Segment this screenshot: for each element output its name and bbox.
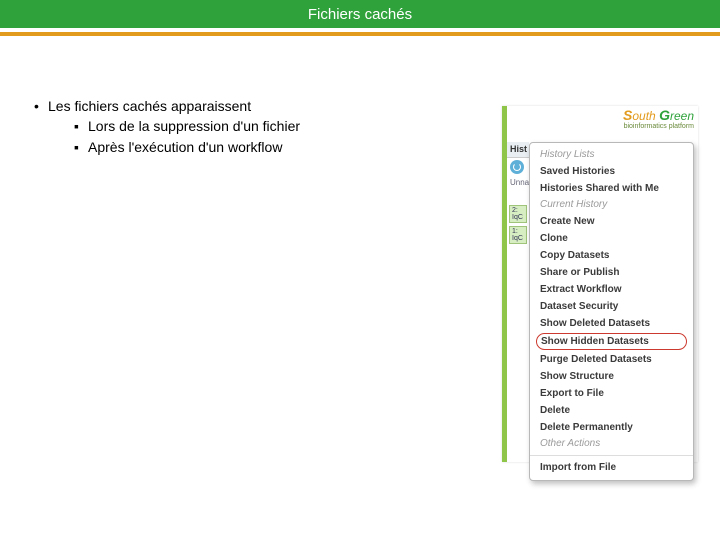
- intro-text: Les fichiers cachés apparaissent: [48, 96, 251, 116]
- slide-title: Fichiers cachés: [308, 6, 412, 23]
- menu-show-deleted[interactable]: Show Deleted Datasets: [530, 315, 693, 332]
- menu-section-header: History Lists: [530, 147, 693, 163]
- menu-copy-datasets[interactable]: Copy Datasets: [530, 247, 693, 264]
- dataset-item[interactable]: 1:IqC: [509, 226, 527, 244]
- menu-purge-deleted[interactable]: Purge Deleted Datasets: [530, 351, 693, 368]
- menu-export-file[interactable]: Export to File: [530, 385, 693, 402]
- menu-clone[interactable]: Clone: [530, 230, 693, 247]
- history-header: Hist: [507, 142, 529, 158]
- galaxy-screenshot: South Green bioinformatics platform Hist…: [502, 106, 698, 462]
- menu-separator: [530, 455, 693, 456]
- menu-histories-shared[interactable]: Histories Shared with Me: [530, 180, 693, 197]
- menu-show-structure[interactable]: Show Structure: [530, 368, 693, 385]
- menu-section-header: Current History: [530, 197, 693, 213]
- menu-delete[interactable]: Delete: [530, 402, 693, 419]
- history-column: Hist Unna 2:IqC 1:IqC: [507, 142, 529, 462]
- menu-share-publish[interactable]: Share or Publish: [530, 264, 693, 281]
- menu-show-hidden[interactable]: Show Hidden Datasets: [536, 333, 687, 350]
- menu-extract-workflow[interactable]: Extract Workflow: [530, 281, 693, 298]
- refresh-icon[interactable]: [510, 160, 524, 174]
- title-bar: Fichiers cachés: [0, 0, 720, 28]
- bullet-icon: •: [34, 96, 48, 116]
- menu-dataset-security[interactable]: Dataset Security: [530, 298, 693, 315]
- sub-item-2: Après l'exécution d'un workflow: [88, 137, 282, 157]
- southgreen-logo: South Green bioinformatics platform: [623, 108, 694, 130]
- menu-section-header: Other Actions: [530, 436, 693, 452]
- menu-saved-histories[interactable]: Saved Histories: [530, 163, 693, 180]
- square-bullet-icon: ▪: [74, 116, 88, 136]
- sub-item-1: Lors de la suppression d'un fichier: [88, 116, 300, 136]
- menu-create-new[interactable]: Create New: [530, 213, 693, 230]
- menu-delete-permanently[interactable]: Delete Permanently: [530, 419, 693, 436]
- square-bullet-icon: ▪: [74, 137, 88, 157]
- menu-import-file[interactable]: Import from File: [530, 459, 693, 476]
- history-options-menu: History Lists Saved Histories Histories …: [529, 142, 694, 481]
- dataset-item[interactable]: 2:IqC: [509, 205, 527, 223]
- history-name: Unna: [507, 176, 529, 202]
